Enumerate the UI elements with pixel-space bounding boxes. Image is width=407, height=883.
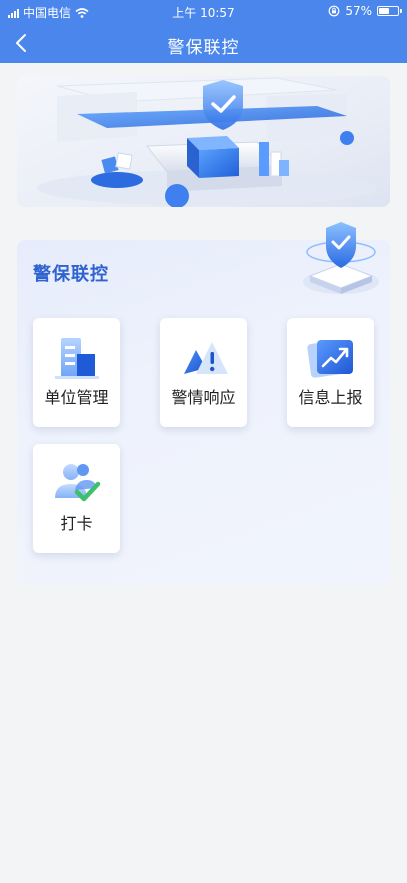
security-shield-illustration [37,77,377,207]
user-check-icon [54,464,100,502]
tile-label: 单位管理 [44,388,109,407]
tile-label: 警情响应 [171,388,236,407]
tile-alert-response[interactable]: 警情响应 [160,318,247,427]
battery-fill [379,8,390,14]
status-right: 57% [328,4,402,18]
panel-title: 警保联控 [33,264,109,285]
alert-icon [183,342,228,374]
tile-check-in[interactable]: 打卡 [33,444,120,553]
feature-panel: 警保联控 单位管理 警情响应 信息上报 打卡 [17,222,390,585]
rotation-lock-icon [328,5,340,17]
report-chart-icon [306,340,353,378]
tile-label: 打卡 [60,514,93,533]
shield-platform-icon [303,222,379,294]
tile-info-report[interactable]: 信息上报 [287,318,374,427]
nav-bar: 警保联控 [0,24,407,63]
top-bar: 中国电信 上午 10:57 57% 警保联控 [0,0,407,63]
tile-label: 信息上报 [298,388,363,407]
battery-icon [377,6,402,16]
page-title: 警保联控 [167,38,240,58]
battery-percent: 57% [345,4,372,18]
buildings-icon [54,338,99,379]
tile-unit-management[interactable]: 单位管理 [33,318,120,427]
status-bar: 中国电信 上午 10:57 57% [0,0,407,24]
banner-image [17,76,390,207]
